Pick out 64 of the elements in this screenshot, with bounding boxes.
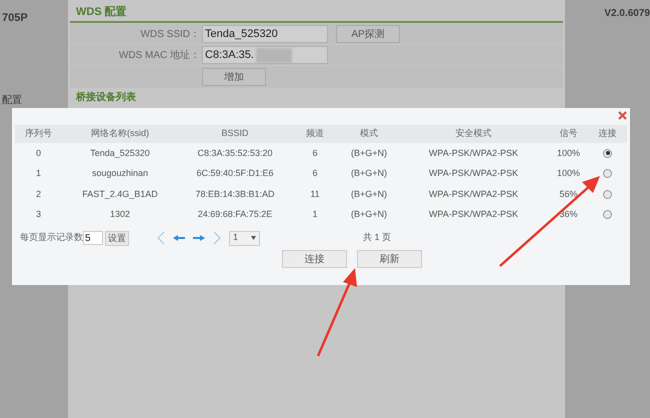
column-header: 网络名称(ssid) [90, 127, 150, 140]
radio-button[interactable] [603, 148, 612, 158]
column-header: 安全模式 [454, 127, 492, 140]
table-cell-text: 2 [34, 188, 42, 200]
column-header: 连接 [598, 127, 618, 140]
table-cell-text: 24:69:68:FA:75:2E [196, 208, 274, 221]
close-icon[interactable] [618, 111, 627, 120]
text-field[interactable]: Tenda_525320 [202, 25, 328, 43]
table-cell-text: (B+G+N) [350, 208, 388, 221]
section-title: 桥接设备列表 [76, 92, 136, 104]
text-field[interactable]: C8:3A:35. [202, 46, 328, 64]
column-header: 信号 [558, 127, 578, 140]
table-cell-text: WPA-PSK/WPA2-PSK [428, 188, 520, 200]
table-cell-text: 1 [34, 167, 42, 180]
table-cell-text: 100% [556, 167, 582, 180]
table-cell-text: (B+G+N) [350, 188, 388, 201]
radio-button[interactable] [603, 169, 612, 178]
table-cell-text: 100% [556, 146, 582, 160]
table-cell-text: 78:EB:14:3B:B1:AD [194, 188, 276, 200]
radio-button[interactable] [603, 190, 612, 199]
table-cell-text: (B+G+N) [350, 167, 388, 180]
table-cell-text: C8:3A:35:52:53:20 [196, 146, 274, 160]
dialog-button[interactable]: 连接 [282, 250, 347, 268]
table-cell-text: 6C:59:40:5F:D1:E6 [195, 167, 275, 180]
blurred-block [256, 48, 292, 62]
next-page-icon[interactable] [193, 235, 205, 241]
set-button[interactable]: 设置 [105, 230, 129, 246]
page-total: 共 1 页 [363, 231, 392, 244]
table-cell-text: 6 [311, 167, 318, 180]
table-cell-text: 3 [34, 208, 42, 221]
first-page-icon[interactable] [157, 231, 165, 245]
per-page-field[interactable]: 5 [83, 231, 103, 245]
sidebar-item[interactable]: 配置 [2, 94, 22, 106]
table-cell-text: (B+G+N) [350, 146, 388, 160]
table-cell-text: 6 [311, 146, 318, 160]
add-button[interactable]: 增加 [202, 68, 266, 86]
caret-icon [251, 236, 256, 240]
column-header: BSSID [220, 127, 250, 140]
column-header: 模式 [359, 127, 379, 140]
table-cell-text: 1302 [108, 208, 132, 221]
column-header: 频道 [305, 127, 325, 140]
table-cell-text: 56% [558, 188, 578, 200]
table-cell-text: Tenda_525320 [89, 146, 151, 160]
column-header: 序列号 [24, 127, 53, 140]
per-page-label: 每页显示记录数 [20, 231, 83, 244]
model-label: 705P [2, 11, 29, 26]
table-cell-text: 0 [34, 146, 42, 160]
last-page-icon[interactable] [213, 231, 221, 245]
table-cell-text: sougouzhinan [90, 167, 150, 180]
table-cell-text: WPA-PSK/WPA2-PSK [428, 167, 520, 180]
table-cell-text: FAST_2.4G_B1AD [81, 188, 159, 201]
radio-button[interactable] [603, 210, 612, 220]
table-cell-text: WPA-PSK/WPA2-PSK [428, 146, 520, 160]
table-cell-text: 1 [311, 208, 318, 221]
table-cell-text: WPA-PSK/WPA2-PSK [428, 208, 520, 221]
dialog-button[interactable]: 刷新 [357, 250, 422, 268]
panel-title: WDS 配置 [76, 6, 127, 18]
page-dropdown[interactable]: 1 [229, 230, 260, 246]
field-label: WDS SSID： [140, 28, 201, 42]
table-cell-text: 11 [309, 188, 321, 200]
previous-page-icon[interactable] [173, 235, 185, 241]
field-label: WDS MAC 地址： [118, 48, 201, 62]
probe-button[interactable]: AP探测 [336, 25, 400, 43]
version-label: V2.0.6079 [604, 8, 650, 20]
